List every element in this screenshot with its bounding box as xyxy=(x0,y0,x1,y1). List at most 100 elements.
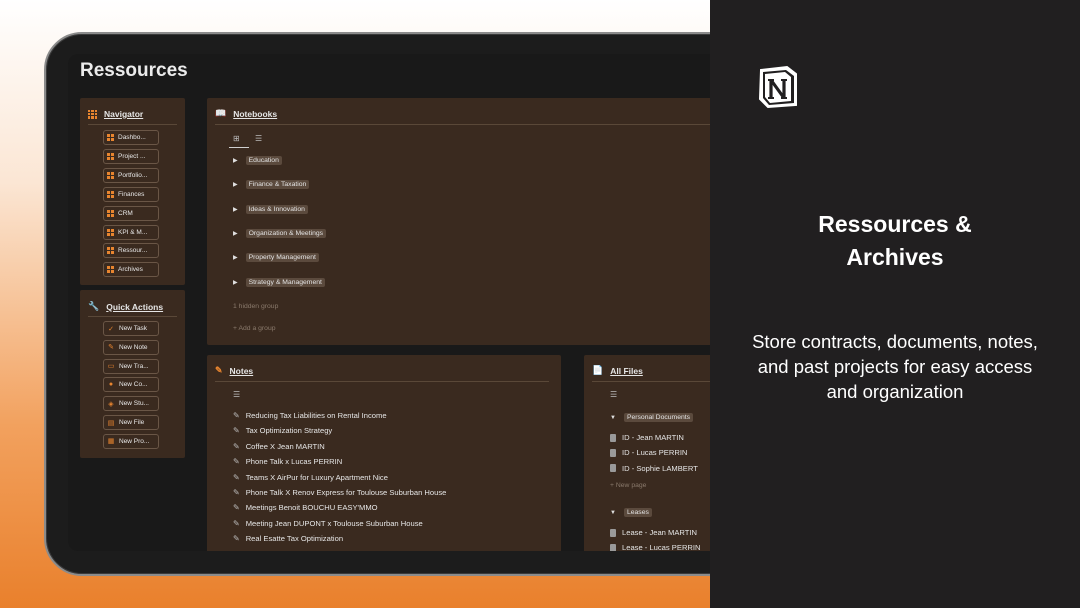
pen-icon: ✎ xyxy=(233,518,240,528)
grid-icon xyxy=(88,109,97,119)
pen-icon: ✎ xyxy=(215,365,223,375)
quick-action-button[interactable]: ✎ New Note xyxy=(103,339,159,355)
grid-icon xyxy=(107,228,114,236)
notes-panel: ✎ Notes ☰ ✎ Reducing Tax Liabilities on R… xyxy=(207,355,561,551)
note-item[interactable]: ✎ Tax Optimization Strategy xyxy=(233,426,332,435)
document-icon xyxy=(610,543,616,551)
pen-icon: ✎ xyxy=(233,426,240,436)
pen-icon: ✎ xyxy=(233,441,240,451)
page-title: Ressources xyxy=(80,60,188,81)
grid-icon xyxy=(107,247,114,255)
person-icon: ● xyxy=(108,381,114,389)
caret-right-icon: ▶ xyxy=(233,230,238,237)
notebook-group[interactable]: ▶ Strategy & Management xyxy=(233,277,325,287)
pen-icon: ✎ xyxy=(233,457,240,467)
caret-right-icon: ▶ xyxy=(233,158,238,164)
notebook-group[interactable]: ▶ Education xyxy=(233,156,282,165)
notion-screen: Ressources Navigator Dashbo... Project ..… xyxy=(68,54,728,551)
nav-button[interactable]: Ressour... xyxy=(103,243,159,259)
grid-icon xyxy=(107,209,114,217)
document-icon xyxy=(610,528,616,537)
nav-button[interactable]: KPI & M... xyxy=(103,224,159,240)
notebooks-title: Notebooks xyxy=(233,108,278,119)
caret-down-icon: ▼ xyxy=(610,509,616,516)
quick-actions-header[interactable]: 🔧 Quick Actions xyxy=(88,301,163,312)
pen-icon: ✎ xyxy=(233,503,240,513)
notebooks-header[interactable]: 📖 Notebooks xyxy=(215,108,277,119)
quick-action-button[interactable]: ✓ New Task xyxy=(103,321,159,336)
add-group-button[interactable]: + Add a group xyxy=(233,325,276,332)
all-files-title: All Files xyxy=(610,365,643,376)
promo-description: Store contracts, documents, notes, and p… xyxy=(752,331,1038,402)
note-item[interactable]: ✎ Teams X AirPur for Luxury Apartment Nic… xyxy=(233,473,388,482)
nav-button[interactable]: Dashbo... xyxy=(103,130,159,145)
pen-icon: ✎ xyxy=(233,534,240,544)
list-view-icon[interactable]: ☰ xyxy=(233,390,240,399)
notebook-group[interactable]: ▶ Ideas & Innovation xyxy=(233,204,308,214)
list-view-tab[interactable]: ☰ xyxy=(255,134,262,143)
file-item[interactable]: Lease - Lucas PERRIN xyxy=(610,543,701,551)
note-item[interactable]: ✎ Meeting Jean DUPONT x Toulouse Suburban… xyxy=(233,519,423,528)
file-item[interactable]: ID - Jean MARTIN xyxy=(610,433,684,442)
personal-documents-group[interactable]: ▼ Personal Documents xyxy=(610,413,694,422)
nav-button[interactable]: CRM xyxy=(103,205,159,221)
wrench-icon: 🔧 xyxy=(88,301,100,311)
new-page-button[interactable]: + New page xyxy=(610,482,646,489)
leases-group[interactable]: ▼ Leases xyxy=(610,508,652,517)
navigator-header[interactable]: Navigator xyxy=(88,109,143,119)
note-item[interactable]: ✎ Phone Talk X Renov Express for Toulouse… xyxy=(233,488,446,497)
all-files-panel: 📄 All Files ☰ ▼ Personal Documents ID - … xyxy=(584,355,728,551)
file-icon: ▤ xyxy=(107,419,115,427)
document-icon xyxy=(610,448,616,457)
nav-button[interactable]: Finances xyxy=(103,186,159,202)
quick-action-button[interactable]: ◈ New Stu... xyxy=(103,396,159,412)
note-item[interactable]: ✎ Meetings Benoit BOUCHU EASY'MMO xyxy=(233,503,378,512)
grid-icon xyxy=(107,266,114,274)
nav-button[interactable]: Archives xyxy=(103,262,159,278)
quick-action-button[interactable]: ▤ New File xyxy=(103,415,159,430)
money-icon: ▭ xyxy=(107,363,115,371)
list-view-icon[interactable]: ☰ xyxy=(610,390,617,399)
file-item[interactable]: Lease - Jean MARTIN xyxy=(610,528,697,537)
nav-button[interactable]: Project ... xyxy=(103,148,159,164)
quick-actions-panel: 🔧 Quick Actions ✓ New Task ✎ New Note ▭ New T… xyxy=(80,290,185,458)
note-item[interactable]: ✎ Reducing Tax Liabilities on Rental Inco… xyxy=(233,411,387,420)
notebook-group[interactable]: ▶ Organization & Meetings xyxy=(233,228,327,238)
caret-down-icon: ▼ xyxy=(610,414,616,421)
grid-icon xyxy=(107,134,114,141)
note-item[interactable]: ✎ Phone Talk x Lucas PERRIN xyxy=(233,457,342,466)
notion-logo xyxy=(758,65,797,109)
quick-actions-title: Quick Actions xyxy=(106,301,164,312)
board-view-tab[interactable]: ⊞ xyxy=(233,134,240,143)
note-item[interactable]: ✎ Real Esatte Tax Optimization xyxy=(233,534,343,543)
notebook-group[interactable]: ▶ Finance & Taxation xyxy=(233,180,310,190)
notes-title: Notes xyxy=(229,365,254,376)
quick-action-button[interactable]: ● New Co... xyxy=(103,377,159,393)
grid-icon xyxy=(107,152,114,160)
nav-button[interactable]: Portfolio... xyxy=(103,167,159,183)
layers-icon: ◈ xyxy=(108,400,114,408)
pen-icon: ✎ xyxy=(108,344,114,352)
quick-action-button[interactable]: ▦ New Pro... xyxy=(103,433,159,449)
grid-icon: ▦ xyxy=(107,438,115,446)
navigator-title: Navigator xyxy=(104,109,144,119)
document-icon xyxy=(610,433,616,442)
all-files-header[interactable]: 📄 All Files xyxy=(592,365,643,376)
pen-icon: ✎ xyxy=(233,488,240,497)
file-item[interactable]: ID - Lucas PERRIN xyxy=(610,448,687,457)
book-icon: 📖 xyxy=(215,108,227,118)
caret-right-icon: ▶ xyxy=(233,279,238,286)
check-icon: ✓ xyxy=(108,325,114,333)
notebooks-panel: 📖 Notebooks ⊞ ☰ ▶ Education ▶ Finance & Tax… xyxy=(207,98,728,345)
pen-icon: ✎ xyxy=(233,411,240,420)
quick-action-button[interactable]: ▭ New Tra... xyxy=(103,358,159,374)
grid-icon xyxy=(107,171,114,179)
document-icon xyxy=(610,464,616,473)
hidden-group-toggle[interactable]: 1 hidden group xyxy=(233,303,278,310)
notebook-group[interactable]: ▶ Property Management xyxy=(233,253,319,263)
notes-header[interactable]: ✎ Notes xyxy=(215,365,253,376)
caret-right-icon: ▶ xyxy=(233,255,238,262)
note-item[interactable]: ✎ Coffee X Jean MARTIN xyxy=(233,442,325,451)
grid-icon xyxy=(107,190,114,198)
file-item[interactable]: ID - Sophie LAMBERT xyxy=(610,464,698,473)
